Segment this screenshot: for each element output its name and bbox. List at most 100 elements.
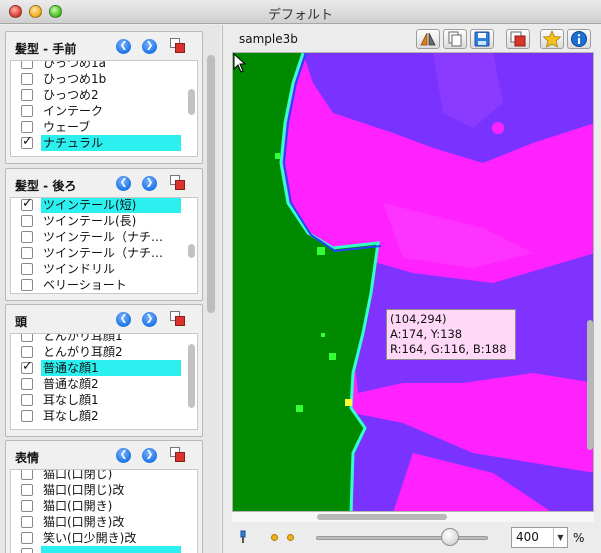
canvas-horizontal-scrollbar[interactable] — [232, 512, 594, 522]
section-header: 頭 ❮ ❯ — [6, 305, 202, 333]
canvas-vertical-scrollbar[interactable] — [585, 52, 595, 512]
item-label: とんがり耳顔1 — [43, 333, 123, 343]
chevron-left-icon[interactable]: ❮ — [116, 39, 131, 54]
list-scroll-thumb[interactable] — [188, 344, 195, 408]
layers-button[interactable] — [506, 29, 530, 49]
item-checkbox[interactable] — [21, 359, 33, 375]
list-item[interactable]: 猫口(口閉じ)改 — [11, 482, 187, 498]
item-checkbox[interactable] — [21, 394, 33, 406]
list-scrollbar[interactable] — [188, 472, 195, 553]
zoom-slider[interactable] — [316, 536, 488, 540]
list-scrollbar[interactable] — [188, 336, 195, 427]
list-item[interactable]: 猫口(口閉じ) — [11, 470, 187, 482]
chevron-down-icon[interactable]: ▼ — [553, 528, 567, 547]
item-checkbox[interactable] — [21, 346, 33, 358]
favorite-button[interactable] — [540, 29, 564, 49]
list-item[interactable]: 普通な顔2 — [11, 376, 187, 392]
list-scrollbar[interactable] — [188, 63, 195, 154]
list-scroll-thumb[interactable] — [188, 89, 195, 115]
list-item[interactable]: ツインテール(短) — [11, 198, 187, 213]
list-item[interactable]: 猫口(口開き) — [11, 498, 187, 514]
list-item[interactable]: 笑い(口少開き)改 — [11, 530, 187, 546]
item-checkbox[interactable] — [21, 548, 33, 553]
item-checkbox[interactable] — [21, 484, 33, 496]
zoom-select[interactable]: 400 ▼ — [511, 527, 568, 548]
chevron-left-icon[interactable]: ❮ — [116, 176, 131, 191]
chevron-right-icon[interactable]: ❯ — [142, 39, 157, 54]
chevron-right-icon[interactable]: ❯ — [142, 448, 157, 463]
color-dot-1-icon[interactable] — [271, 534, 278, 541]
list-item[interactable]: ツインテール(長) — [11, 213, 187, 229]
list-item[interactable]: ひっつめ1a — [11, 61, 187, 71]
info-icon — [571, 31, 587, 47]
item-checkbox[interactable] — [21, 263, 33, 275]
list-item[interactable]: とんがり耳顔1 — [11, 333, 187, 344]
image-canvas[interactable]: (104,294) A:174, Y:138 R:164, G:116, B:1… — [232, 52, 594, 512]
list-item[interactable]: 普通な顔1 — [11, 359, 187, 376]
list-item[interactable]: ベリーショート — [11, 277, 187, 293]
item-checkbox[interactable] — [21, 105, 33, 117]
list-item[interactable]: ツインドリル — [11, 261, 187, 277]
item-checkbox[interactable] — [21, 247, 33, 259]
flip-button[interactable] — [416, 29, 440, 49]
list-item[interactable]: ナチュラル — [11, 134, 187, 151]
item-checkbox[interactable] — [21, 279, 33, 291]
parts-list[interactable]: ツインテール(短) ツインテール(長) ツインテール（ナチ… ツインテール（ナチ… — [10, 197, 198, 294]
item-checkbox[interactable] — [21, 532, 33, 544]
list-item[interactable]: 耳なし顔1 — [11, 392, 187, 408]
list-item[interactable] — [11, 546, 187, 553]
item-checkbox[interactable] — [21, 121, 33, 133]
list-item[interactable]: とんがり耳顔2 — [11, 344, 187, 360]
list-item[interactable]: ひっつめ2 — [11, 87, 187, 103]
item-checkbox[interactable] — [21, 231, 33, 243]
item-label: ツインテール(短) — [41, 198, 181, 213]
info-button[interactable] — [567, 29, 591, 49]
item-checkbox[interactable] — [21, 89, 33, 101]
list-item[interactable]: ツインテール（ナチ… — [11, 229, 187, 245]
left-panel-scrollbar[interactable] — [206, 53, 216, 553]
zoom-slider-knob[interactable] — [441, 528, 460, 546]
item-checkbox[interactable] — [21, 378, 33, 390]
chevron-left-icon[interactable]: ❮ — [116, 448, 131, 463]
item-label: ウェーブ — [43, 120, 91, 134]
parts-list[interactable]: ひっつめ1a ひっつめ1b ひっつめ2 インテーク ウェーブ ナチュラル — [10, 60, 198, 157]
copy-layers-icon[interactable] — [170, 447, 186, 463]
parts-list[interactable]: とんがり耳顔1 とんがり耳顔2 普通な顔1 普通な顔2 耳なし顔1 耳なし顔2 — [10, 333, 198, 430]
chevron-right-icon[interactable]: ❯ — [142, 176, 157, 191]
list-item[interactable]: インテーク — [11, 103, 187, 119]
item-checkbox[interactable] — [21, 334, 33, 342]
copy-layers-icon[interactable] — [170, 38, 186, 54]
item-checkbox[interactable] — [21, 410, 33, 422]
item-checkbox[interactable] — [21, 500, 33, 512]
chevron-left-icon[interactable]: ❮ — [116, 312, 131, 327]
canvas-vertical-scroll-thumb[interactable] — [587, 320, 593, 450]
copy-button[interactable] — [443, 29, 467, 49]
pin-icon[interactable] — [238, 530, 248, 544]
list-item[interactable]: ひっつめ1b — [11, 71, 187, 87]
chevron-right-icon[interactable]: ❯ — [142, 312, 157, 327]
list-scroll-thumb[interactable] — [188, 244, 195, 258]
color-dot-2-icon[interactable] — [287, 534, 294, 541]
item-checkbox[interactable] — [21, 61, 33, 69]
section-4: 表情 ❮ ❯ 猫口(口閉じ) 猫口(口閉じ)改 猫口(口開き) 猫口(口開き)改… — [5, 440, 203, 553]
copy-layers-icon[interactable] — [170, 311, 186, 327]
list-item[interactable]: ウェーブ — [11, 119, 187, 135]
item-checkbox[interactable] — [21, 73, 33, 85]
list-item[interactable]: ツインテール（ナチ… — [11, 245, 187, 261]
copy-layers-icon[interactable] — [170, 175, 186, 191]
item-checkbox[interactable] — [21, 198, 33, 212]
left-panel-scroll-thumb[interactable] — [207, 55, 215, 313]
list-item[interactable]: 猫口(口開き)改 — [11, 514, 187, 530]
item-checkbox[interactable] — [21, 470, 33, 480]
canvas-horizontal-scroll-thumb[interactable] — [317, 514, 447, 520]
item-checkbox[interactable] — [21, 215, 33, 227]
list-scrollbar[interactable] — [188, 200, 195, 291]
parts-list[interactable]: 猫口(口閉じ) 猫口(口閉じ)改 猫口(口開き) 猫口(口開き)改 笑い(口少開… — [10, 469, 198, 553]
item-checkbox[interactable] — [21, 516, 33, 528]
layers-icon — [510, 31, 526, 47]
list-item[interactable]: 耳なし顔2 — [11, 408, 187, 424]
section-header: 髪型 - 後ろ ❮ ❯ — [6, 169, 202, 197]
item-checkbox[interactable] — [21, 134, 33, 150]
save-button[interactable] — [470, 29, 494, 49]
item-label: ベリーショート — [43, 278, 127, 292]
